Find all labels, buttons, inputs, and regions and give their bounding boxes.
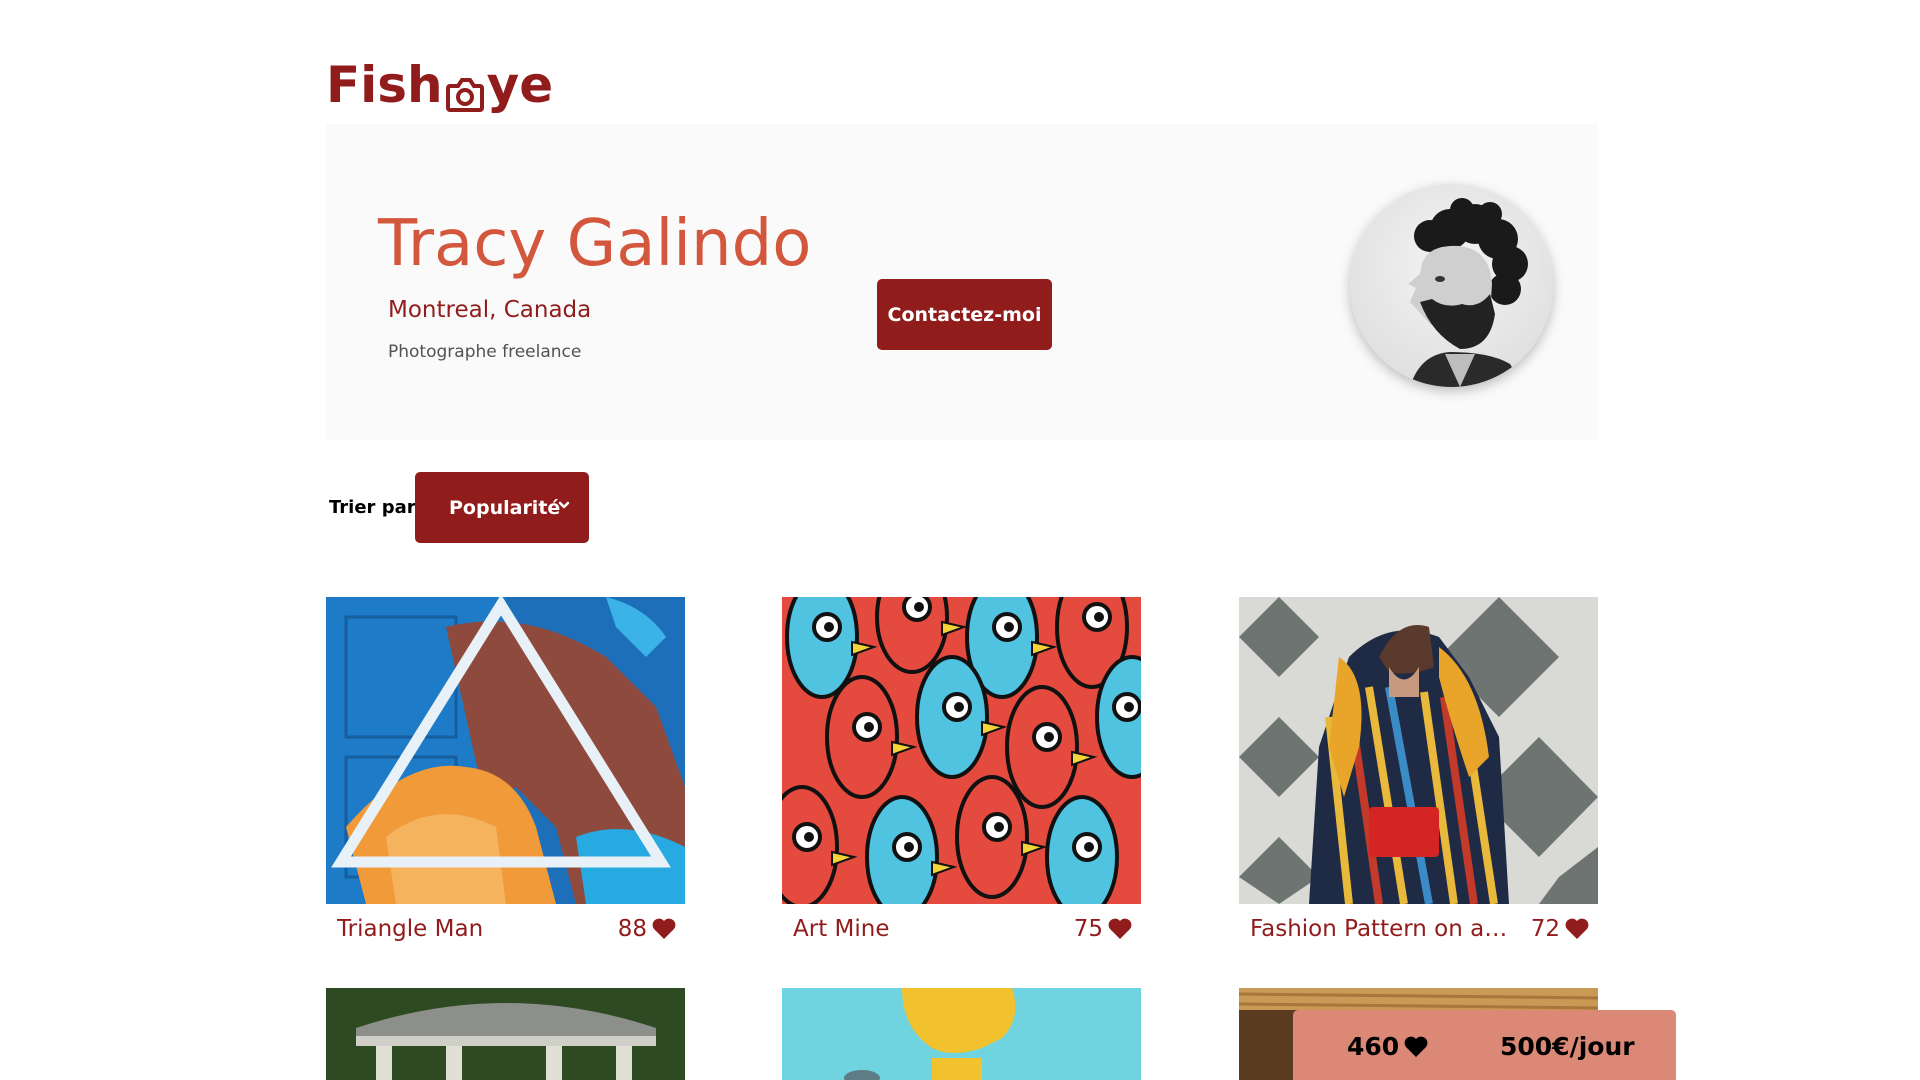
media-meta: Triangle Man 88	[326, 904, 685, 954]
photographer-page: Fish ye Tracy Galindo Montreal, Canada P…	[0, 0, 1920, 1080]
media-card	[782, 988, 1141, 1080]
logo-text-start: Fish	[326, 56, 443, 114]
media-title: Art Mine	[793, 916, 890, 942]
media-like-count: 75	[1073, 916, 1103, 942]
photographer-name: Tracy Galindo	[378, 207, 812, 281]
fisheye-logo[interactable]: Fish ye	[326, 50, 554, 114]
media-title: Fashion Pattern on a P...	[1250, 916, 1510, 942]
total-likes: 460	[1347, 1032, 1429, 1061]
media-like-count: 88	[617, 916, 647, 942]
photographer-header: Tracy Galindo Montreal, Canada Photograp…	[326, 124, 1598, 440]
sort-label: Trier par	[329, 497, 416, 518]
heart-icon[interactable]	[1107, 917, 1133, 941]
chevron-down-icon	[558, 501, 570, 509]
sort-dropdown[interactable]: Popularité	[415, 472, 589, 543]
heart-icon	[1404, 1036, 1428, 1057]
media-card: Art Mine 75	[782, 597, 1141, 954]
contact-button[interactable]: Contactez-moi	[877, 279, 1052, 350]
logo-text-end: ye	[486, 56, 554, 114]
media-title: Triangle Man	[337, 916, 484, 942]
media-image[interactable]	[326, 988, 685, 1080]
media-likes: 75	[1074, 916, 1133, 942]
media-meta: Fashion Pattern on a P... 72	[1239, 904, 1598, 954]
media-card	[326, 988, 685, 1080]
media-card: Fashion Pattern on a P... 72	[1239, 597, 1598, 954]
media-image[interactable]	[326, 597, 685, 904]
media-image[interactable]	[782, 597, 1141, 904]
photographer-location: Montreal, Canada	[388, 297, 592, 323]
likes-price-box: 460 500€/jour	[1293, 1010, 1676, 1080]
sort-selected-value: Popularité	[449, 496, 561, 519]
photographer-tagline: Photographe freelance	[388, 342, 582, 362]
total-likes-count: 460	[1347, 1032, 1400, 1061]
media-meta: Art Mine 75	[782, 904, 1141, 954]
media-likes: 88	[618, 916, 677, 942]
media-likes: 72	[1531, 916, 1590, 942]
photographer-avatar	[1350, 184, 1553, 387]
daily-price: 500€/jour	[1500, 1032, 1635, 1061]
heart-icon[interactable]	[1564, 917, 1590, 941]
media-like-count: 72	[1530, 916, 1560, 942]
media-card: Triangle Man 88	[326, 597, 685, 954]
media-image[interactable]	[1239, 597, 1598, 904]
heart-icon[interactable]	[651, 917, 677, 941]
camera-icon	[444, 72, 486, 112]
media-image[interactable]	[782, 988, 1141, 1080]
